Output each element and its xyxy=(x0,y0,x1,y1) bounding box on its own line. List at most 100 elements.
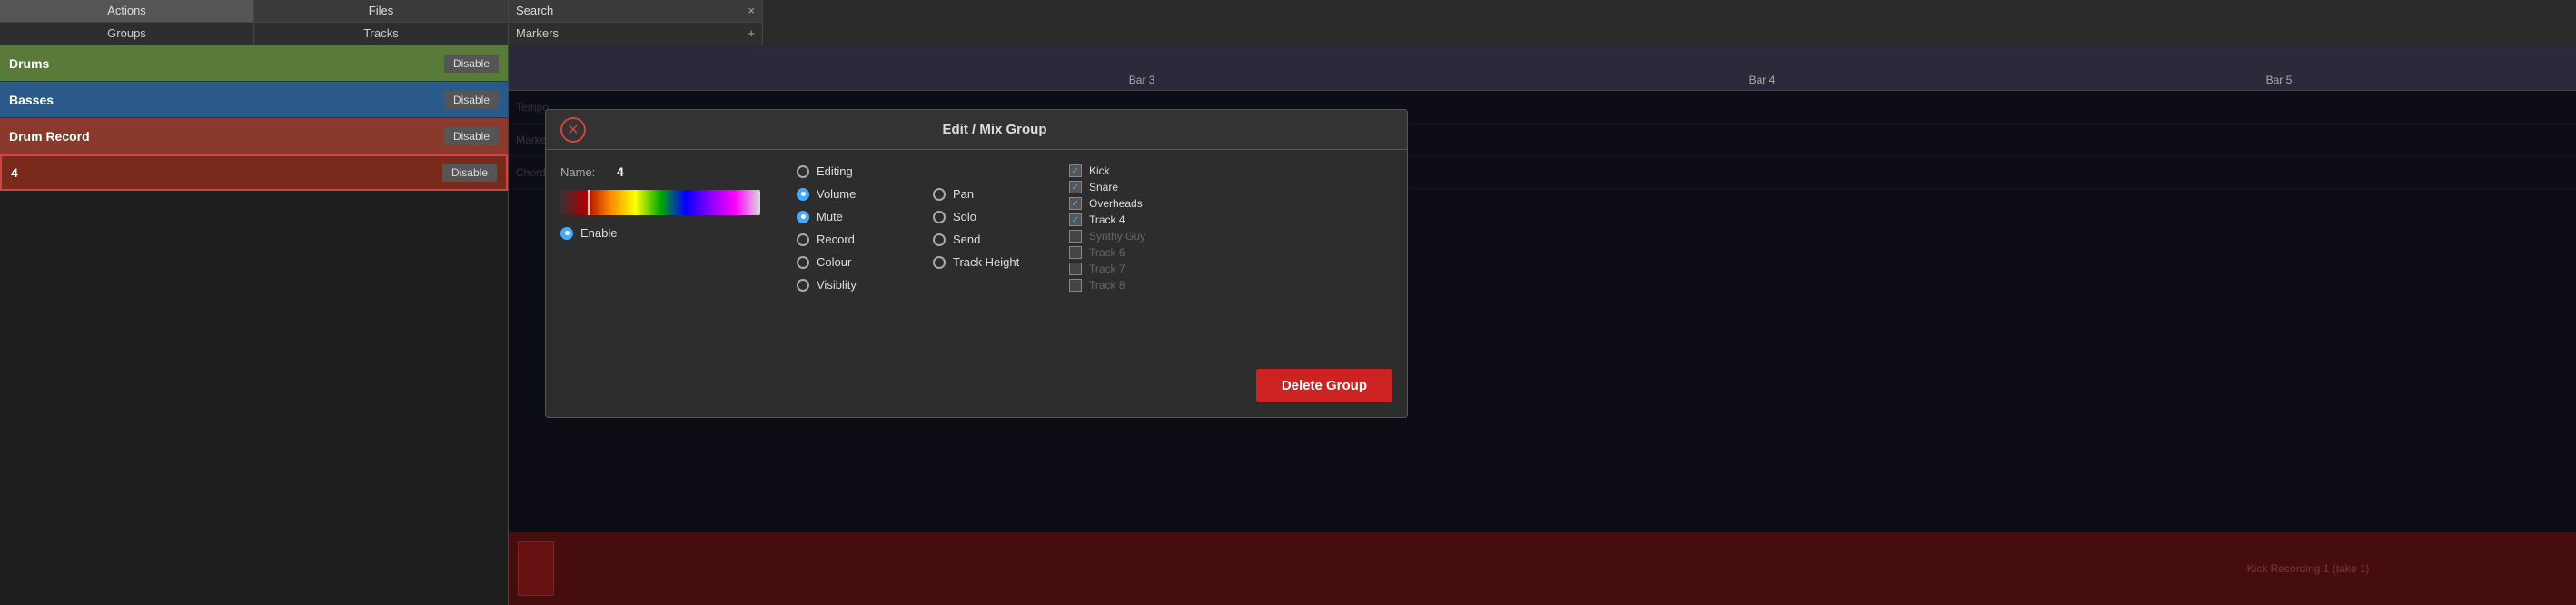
group-drum-record-disable-btn[interactable]: Disable xyxy=(444,127,499,145)
track-snare-label: Snare xyxy=(1089,181,1118,193)
track-6-row[interactable]: Track 6 xyxy=(1069,246,1214,259)
name-field-value[interactable]: 4 xyxy=(617,164,624,179)
record-radio-row[interactable]: Record xyxy=(797,233,915,246)
track-6-check[interactable] xyxy=(1069,246,1082,259)
pan-radio-row[interactable]: Pan xyxy=(933,187,1051,201)
nav-col-actions-groups: Actions Groups xyxy=(0,0,254,45)
modal-overlay: ✕ Edit / Mix Group Name: 4 xyxy=(509,91,2576,605)
track-height-radio[interactable] xyxy=(933,256,946,269)
modal-left-section: Name: 4 Enable xyxy=(560,164,778,402)
name-row: Name: 4 xyxy=(560,164,778,179)
nav-markers-tab[interactable]: Markers + xyxy=(509,23,762,45)
nav-groups-tab[interactable]: Groups xyxy=(0,23,253,45)
record-radio[interactable] xyxy=(797,233,809,246)
track-7-check[interactable] xyxy=(1069,263,1082,275)
track-snare-check[interactable]: ✓ xyxy=(1069,181,1082,193)
color-cursor xyxy=(588,190,590,215)
group-row-4[interactable]: 4 Disable xyxy=(0,154,508,191)
markers-label: Markers xyxy=(516,26,559,40)
editing-radio[interactable] xyxy=(797,165,809,178)
modal-close-icon: ✕ xyxy=(567,121,579,139)
group-4-label: 4 xyxy=(11,165,18,180)
close-icon[interactable]: × xyxy=(748,4,755,17)
mute-radio[interactable] xyxy=(797,211,809,223)
volume-radio-row[interactable]: Volume xyxy=(797,187,915,201)
send-radio-row[interactable]: Send xyxy=(933,233,1051,246)
nav-tracks-tab[interactable]: Tracks xyxy=(254,23,508,45)
delete-group-button[interactable]: Delete Group xyxy=(1256,369,1392,402)
group-4-disable-btn[interactable]: Disable xyxy=(442,164,497,182)
track-height-radio-row[interactable]: Track Height xyxy=(933,255,1051,269)
files-label: Files xyxy=(369,4,393,17)
track-overheads-label: Overheads xyxy=(1089,197,1143,210)
modal-center-section: Editing Volume xyxy=(797,164,1051,402)
track-synthy-row[interactable]: Synthy Guy xyxy=(1069,230,1214,243)
nav-col-search-markers: Search × Markers + xyxy=(509,0,763,45)
track-8-check[interactable] xyxy=(1069,279,1082,292)
timeline-area: Bar 3 Bar 4 Bar 5 Tempo Markers Chords K… xyxy=(509,45,2576,605)
enable-radio[interactable] xyxy=(560,227,573,240)
color-picker[interactable] xyxy=(560,190,760,215)
track-6-label: Track 6 xyxy=(1089,246,1125,259)
visiblity-radio-row[interactable]: Visiblity xyxy=(797,278,915,292)
options-grid: Volume Pan Mute xyxy=(797,187,1051,292)
track-kick-check[interactable]: ✓ xyxy=(1069,164,1082,177)
edit-mix-group-modal: ✕ Edit / Mix Group Name: 4 xyxy=(545,109,1408,418)
colour-radio[interactable] xyxy=(797,256,809,269)
send-radio[interactable] xyxy=(933,233,946,246)
track-4-check[interactable]: ✓ xyxy=(1069,213,1082,226)
group-row-basses[interactable]: Basses Disable xyxy=(0,82,508,118)
plus-icon[interactable]: + xyxy=(748,26,755,40)
track-snare-row[interactable]: ✓ Snare xyxy=(1069,181,1214,193)
track-synthy-check[interactable] xyxy=(1069,230,1082,243)
track-height-label: Track Height xyxy=(953,255,1019,269)
colour-radio-row[interactable]: Colour xyxy=(797,255,915,269)
track-4-row[interactable]: ✓ Track 4 xyxy=(1069,213,1214,226)
group-row-drums[interactable]: Drums Disable xyxy=(0,45,508,82)
mute-radio-row[interactable]: Mute xyxy=(797,210,915,223)
ruler-bar3: Bar 3 xyxy=(1129,74,1155,86)
pan-label: Pan xyxy=(953,187,974,201)
group-basses-disable-btn[interactable]: Disable xyxy=(444,91,499,109)
track-kick-row[interactable]: ✓ Kick xyxy=(1069,164,1214,177)
visiblity-radio[interactable] xyxy=(797,279,809,292)
track-overheads-check[interactable]: ✓ xyxy=(1069,197,1082,210)
top-nav: Actions Groups Files Tracks Search × Mar… xyxy=(0,0,2576,45)
track-4-label: Track 4 xyxy=(1089,213,1125,226)
track-7-row[interactable]: Track 7 xyxy=(1069,263,1214,275)
volume-label: Volume xyxy=(817,187,856,201)
nav-actions-tab[interactable]: Actions xyxy=(0,0,253,23)
solo-radio-row[interactable]: Solo xyxy=(933,210,1051,223)
visiblity-label: Visiblity xyxy=(817,278,857,292)
group-row-drum-record[interactable]: Drum Record Disable xyxy=(0,118,508,154)
group-basses-label: Basses xyxy=(9,93,54,107)
timeline-body: Tempo Markers Chords Kick Recording 1 (t… xyxy=(509,91,2576,605)
mute-label: Mute xyxy=(817,210,843,223)
editing-label: Editing xyxy=(817,164,853,178)
track-overheads-row[interactable]: ✓ Overheads xyxy=(1069,197,1214,210)
name-field-label: Name: xyxy=(560,165,606,179)
tracks-label: Tracks xyxy=(363,26,399,40)
ruler-bar4: Bar 4 xyxy=(1749,74,1776,86)
colour-label: Colour xyxy=(817,255,851,269)
send-label: Send xyxy=(953,233,980,246)
volume-radio[interactable] xyxy=(797,188,809,201)
group-drums-label: Drums xyxy=(9,56,49,71)
modal-title: Edit / Mix Group xyxy=(597,122,1392,137)
nav-search-tab[interactable]: Search × xyxy=(509,0,762,23)
actions-label: Actions xyxy=(107,4,146,17)
timeline-ruler: Bar 3 Bar 4 Bar 5 xyxy=(509,45,2576,91)
enable-radio-row[interactable]: Enable xyxy=(560,226,778,240)
group-drums-disable-btn[interactable]: Disable xyxy=(444,55,499,73)
track-synthy-label: Synthy Guy xyxy=(1089,230,1145,243)
editing-radio-row[interactable]: Editing xyxy=(797,164,1051,178)
nav-col-files-tracks: Files Tracks xyxy=(254,0,509,45)
track-8-row[interactable]: Track 8 xyxy=(1069,279,1214,292)
modal-right-section: ✓ Kick ✓ Snare ✓ Overheads xyxy=(1069,164,1214,402)
solo-label: Solo xyxy=(953,210,976,223)
modal-close-button[interactable]: ✕ xyxy=(560,117,586,143)
modal-header: ✕ Edit / Mix Group xyxy=(546,110,1407,150)
solo-radio[interactable] xyxy=(933,211,946,223)
nav-files-tab[interactable]: Files xyxy=(254,0,508,23)
pan-radio[interactable] xyxy=(933,188,946,201)
